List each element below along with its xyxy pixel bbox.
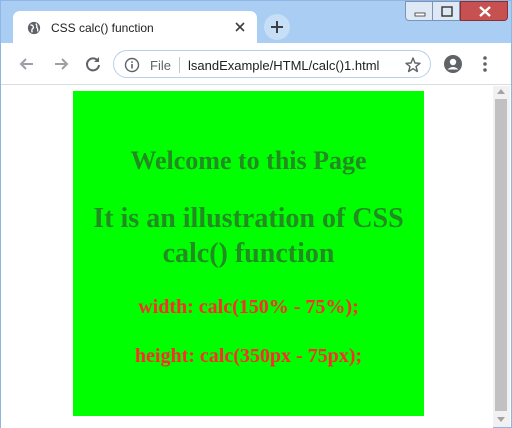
scheme-label: File xyxy=(150,58,171,73)
new-tab-button[interactable] xyxy=(264,14,290,40)
info-icon[interactable] xyxy=(124,57,140,73)
browser-window: CSS calc() function File lsandExample/HT… xyxy=(0,0,512,428)
minimize-icon xyxy=(414,12,426,17)
url-text[interactable]: lsandExample/HTML/calc()1.html xyxy=(188,58,398,73)
reload-icon[interactable] xyxy=(83,54,103,74)
scroll-thumb[interactable] xyxy=(495,99,507,411)
back-arrow-icon[interactable] xyxy=(17,54,37,74)
address-bar[interactable]: File lsandExample/HTML/calc()1.html xyxy=(113,50,431,78)
maximize-icon xyxy=(441,6,453,17)
divider xyxy=(179,57,180,73)
star-icon[interactable] xyxy=(404,56,422,74)
window-close-button[interactable] xyxy=(460,1,508,21)
scroll-up-arrow-icon[interactable] xyxy=(497,89,505,94)
plus-icon xyxy=(271,21,283,33)
maximize-button[interactable] xyxy=(432,1,460,21)
account-icon[interactable] xyxy=(443,54,463,74)
browser-toolbar: File lsandExample/HTML/calc()1.html xyxy=(1,43,511,85)
welcome-heading: Welcome to this Page xyxy=(130,146,367,175)
globe-icon xyxy=(27,21,41,35)
calc-demo-box: Welcome to this Page It is an illustrati… xyxy=(73,91,424,416)
page-viewport: Welcome to this Page It is an illustrati… xyxy=(1,86,493,428)
tab-title: CSS calc() function xyxy=(51,21,154,35)
tab-strip: CSS calc() function xyxy=(1,1,511,44)
kebab-menu-icon[interactable] xyxy=(477,54,493,74)
illustration-heading: It is an illustration of CSS calc() func… xyxy=(93,203,404,269)
active-tab[interactable]: CSS calc() function xyxy=(13,11,257,44)
minimize-button[interactable] xyxy=(405,1,433,21)
width-calc-text: width: calc(150% - 75%); xyxy=(138,296,359,318)
vertical-scrollbar[interactable] xyxy=(493,86,510,427)
scroll-down-arrow-icon[interactable] xyxy=(497,417,505,422)
close-icon[interactable] xyxy=(233,20,247,34)
forward-arrow-icon[interactable] xyxy=(51,54,71,74)
close-icon xyxy=(479,6,491,17)
height-calc-text: height: calc(350px - 75px); xyxy=(134,345,363,367)
